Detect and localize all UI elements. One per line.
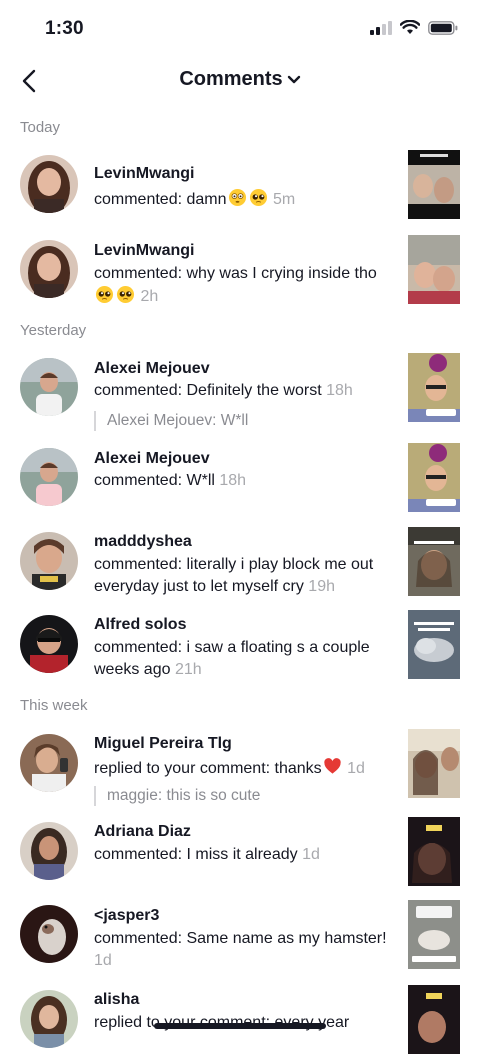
timestamp: 19h <box>308 578 335 595</box>
reply-quote: maggie: this is so cute <box>94 786 260 806</box>
comment-text: commented: W*ll 18h <box>94 470 390 492</box>
timestamp: 18h <box>326 382 353 399</box>
video-thumbnail[interactable] <box>408 729 460 798</box>
comment-text: commented: literally i play block me out… <box>94 554 390 598</box>
timestamp: 2h <box>140 288 159 305</box>
comment-body: commented: I miss it already <box>94 846 298 863</box>
comment-text: commented: why was I crying inside tho 2… <box>94 263 390 308</box>
flushed-face-icon <box>228 188 246 207</box>
avatar[interactable] <box>20 155 78 213</box>
username[interactable]: LevinMwangi <box>94 165 194 183</box>
avatar[interactable] <box>20 532 78 590</box>
avatar[interactable] <box>20 822 78 880</box>
comment-body: commented: Definitely the worst <box>94 382 322 399</box>
timestamp: 18h <box>219 472 247 489</box>
pleading-face-icon <box>116 285 135 304</box>
status-time: 1:30 <box>45 18 84 39</box>
comment-body: commented: i saw a floating s a couple w… <box>94 639 370 678</box>
comment-text: commented: damn 5m <box>94 188 390 211</box>
comment-text: commented: i saw a floating s a couple w… <box>94 637 390 681</box>
section-label-this-week: This week <box>20 697 88 714</box>
username[interactable]: alisha <box>94 991 139 1009</box>
video-thumbnail[interactable] <box>408 235 460 304</box>
chevron-down-icon <box>287 75 300 83</box>
video-thumbnail[interactable] <box>408 610 460 679</box>
username[interactable]: Alexei Mejouev <box>94 360 210 378</box>
avatar[interactable] <box>20 734 78 792</box>
timestamp: 5m <box>272 191 296 208</box>
video-thumbnail[interactable] <box>408 443 460 512</box>
wifi-icon <box>400 20 420 34</box>
video-thumbnail[interactable] <box>408 527 460 596</box>
comment-body: commented: W*ll <box>94 472 215 489</box>
cellular-signal-icon <box>370 20 392 35</box>
comment-text: commented: Definitely the worst 18h <box>94 380 390 402</box>
comment-text: commented: Same name as my hamster! 1d <box>94 928 390 972</box>
comment-body: commented: why was I crying inside tho <box>94 265 377 282</box>
comments-dropdown[interactable]: Comments <box>0 68 480 91</box>
username[interactable]: Adriana Diaz <box>94 823 191 841</box>
avatar[interactable] <box>20 615 78 673</box>
video-thumbnail[interactable] <box>408 353 460 422</box>
timestamp: 1d <box>347 760 365 777</box>
username[interactable]: Miguel Pereira Tlg <box>94 735 232 753</box>
video-thumbnail[interactable] <box>408 150 460 219</box>
comment-body: commented: Same name as my hamster! <box>94 930 387 947</box>
comment-text: commented: I miss it already 1d <box>94 844 390 866</box>
comment-body: commented: damn <box>94 191 227 208</box>
username[interactable]: <jasper3 <box>94 907 159 925</box>
status-icons <box>370 20 458 35</box>
page-title: Comments <box>179 68 283 90</box>
video-thumbnail[interactable] <box>408 817 460 886</box>
timestamp: 1d <box>302 846 320 863</box>
section-label-today: Today <box>20 119 61 136</box>
pleading-face-icon <box>249 188 267 207</box>
timestamp: 1d <box>94 952 112 969</box>
home-indicator <box>154 1023 326 1029</box>
comment-body: replied to your comment: thanks <box>94 760 322 777</box>
video-thumbnail[interactable] <box>408 900 460 969</box>
reply-quote: Alexei Mejouev: W*ll <box>94 411 248 431</box>
video-thumbnail[interactable] <box>408 985 460 1054</box>
avatar[interactable] <box>20 358 78 416</box>
pleading-face-icon <box>95 285 114 304</box>
header: Comments <box>0 56 480 108</box>
avatar[interactable] <box>20 240 78 298</box>
comment-text: replied to your comment: thanks 1d <box>94 757 390 780</box>
avatar[interactable] <box>20 905 78 963</box>
avatar[interactable] <box>20 448 78 506</box>
username[interactable]: LevinMwangi <box>94 242 194 260</box>
status-bar: 1:30 <box>0 0 480 56</box>
username[interactable]: Alexei Mejouev <box>94 450 210 468</box>
section-label-yesterday: Yesterday <box>20 322 87 339</box>
red-heart-icon <box>323 758 341 774</box>
battery-icon <box>428 20 458 35</box>
username[interactable]: madddyshea <box>94 533 192 551</box>
avatar[interactable] <box>20 990 78 1048</box>
timestamp: 21h <box>174 661 202 678</box>
username[interactable]: Alfred solos <box>94 616 186 634</box>
